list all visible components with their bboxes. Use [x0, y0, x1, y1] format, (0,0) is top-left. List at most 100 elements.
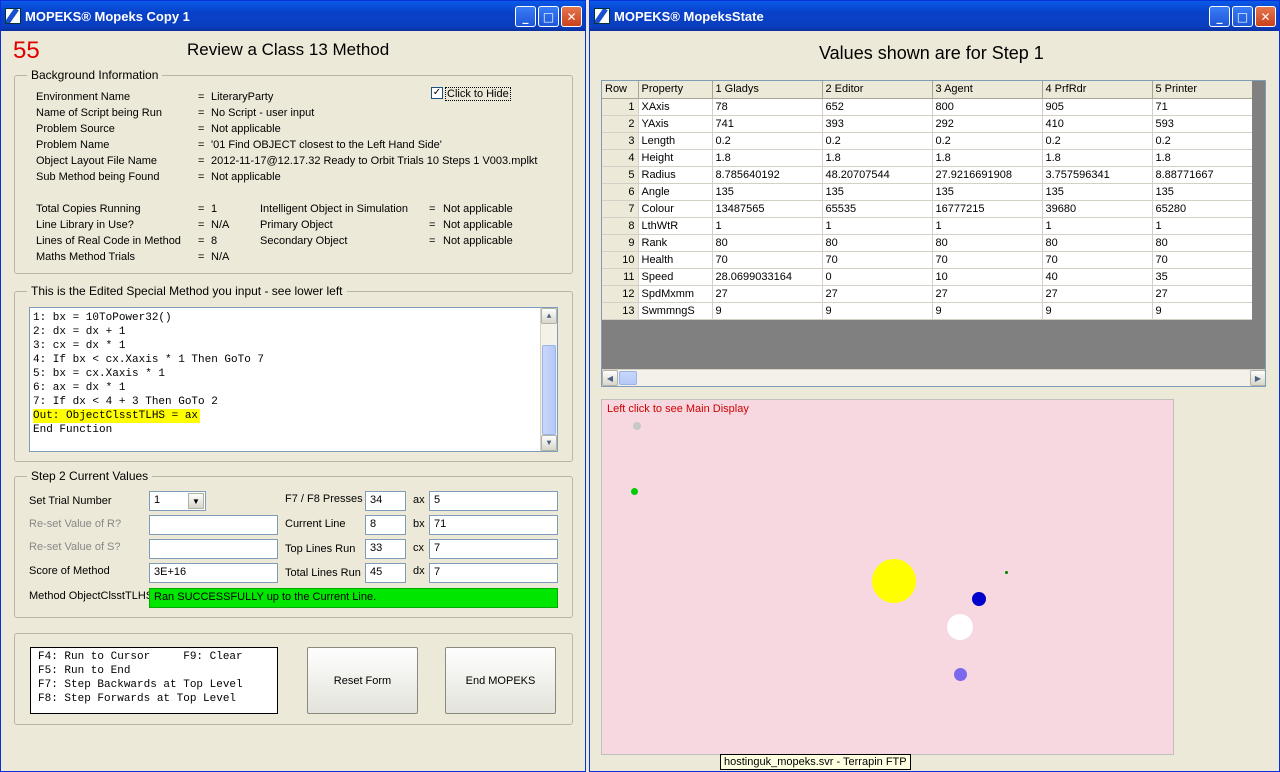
table-cell[interactable]: 70: [822, 251, 933, 269]
table-cell[interactable]: Colour: [638, 200, 713, 218]
table-row[interactable]: 12 SpdMxmm 27 27 27 27 27: [602, 285, 1252, 303]
code-line[interactable]: 1: bx = 10ToPower32(): [30, 311, 557, 325]
column-header[interactable]: 4 PrfRdr: [1042, 81, 1153, 99]
row-number[interactable]: 4: [602, 149, 639, 167]
table-cell[interactable]: 27: [822, 285, 933, 303]
code-line[interactable]: 7: If dx < 4 + 3 Then GoTo 2: [30, 395, 557, 409]
table-cell[interactable]: LthWtR: [638, 217, 713, 235]
table-cell[interactable]: 70: [932, 251, 1043, 269]
table-row[interactable]: 1 XAxis 78 652 800 905 71: [602, 98, 1252, 116]
row-number[interactable]: 2: [602, 115, 639, 133]
close-icon[interactable]: ✕: [1255, 6, 1276, 27]
table-cell[interactable]: 16777215: [932, 200, 1043, 218]
table-cell[interactable]: 0.2: [1152, 132, 1252, 150]
trial-number-select[interactable]: 1 ▼: [149, 491, 206, 511]
table-cell[interactable]: 80: [1152, 234, 1252, 252]
table-cell[interactable]: SpdMxmm: [638, 285, 713, 303]
table-cell[interactable]: XAxis: [638, 98, 713, 116]
table-cell[interactable]: Health: [638, 251, 713, 269]
table-cell[interactable]: 48.20707544: [822, 166, 933, 184]
table-cell[interactable]: 28.0699033164: [712, 268, 823, 286]
row-number[interactable]: 10: [602, 251, 639, 269]
table-cell[interactable]: 70: [1152, 251, 1252, 269]
table-cell[interactable]: 393: [822, 115, 933, 133]
table-cell[interactable]: 8.785640192: [712, 166, 823, 184]
minimize-icon[interactable]: _: [1209, 6, 1230, 27]
simulation-display[interactable]: Left click to see Main Display: [601, 399, 1174, 755]
row-number[interactable]: 13: [602, 302, 639, 320]
table-cell[interactable]: 70: [712, 251, 823, 269]
table-cell[interactable]: 78: [712, 98, 823, 116]
table-cell[interactable]: 9: [932, 302, 1043, 320]
table-cell[interactable]: 8.88771667: [1152, 166, 1252, 184]
table-cell[interactable]: 135: [712, 183, 823, 201]
table-cell[interactable]: 652: [822, 98, 933, 116]
table-cell[interactable]: 1: [1042, 217, 1153, 235]
table-cell[interactable]: 135: [1042, 183, 1153, 201]
table-row[interactable]: 2 YAxis 741 393 292 410 593: [602, 115, 1252, 133]
table-cell[interactable]: 0.2: [822, 132, 933, 150]
grid-hscrollbar[interactable]: ◀ ▶: [602, 369, 1265, 386]
table-cell[interactable]: 27: [932, 285, 1043, 303]
table-row[interactable]: 9 Rank 80 80 80 80 80: [602, 234, 1252, 252]
table-cell[interactable]: Length: [638, 132, 713, 150]
table-cell[interactable]: 0.2: [1042, 132, 1153, 150]
column-header[interactable]: Property: [638, 81, 713, 99]
scroll-down-icon[interactable]: ▼: [541, 435, 557, 451]
table-cell[interactable]: 27.9216691908: [932, 166, 1043, 184]
table-row[interactable]: 8 LthWtR 1 1 1 1 1: [602, 217, 1252, 235]
table-cell[interactable]: YAxis: [638, 115, 713, 133]
table-cell[interactable]: Speed: [638, 268, 713, 286]
table-cell[interactable]: 70: [1042, 251, 1153, 269]
table-cell[interactable]: 1.8: [712, 149, 823, 167]
table-row[interactable]: 6 Angle 135 135 135 135 135: [602, 183, 1252, 201]
table-cell[interactable]: 65280: [1152, 200, 1252, 218]
end-mopeks-button[interactable]: End MOPEKS: [445, 647, 556, 714]
table-cell[interactable]: 27: [1152, 285, 1252, 303]
table-cell[interactable]: 35: [1152, 268, 1252, 286]
code-line[interactable]: End Function: [30, 423, 557, 437]
row-number[interactable]: 9: [602, 234, 639, 252]
table-cell[interactable]: Radius: [638, 166, 713, 184]
hscroll-thumb[interactable]: [619, 371, 637, 385]
minimize-icon[interactable]: _: [515, 6, 536, 27]
method-editor[interactable]: 1: bx = 10ToPower32() 2: dx = dx + 1 3: cx…: [29, 307, 558, 452]
table-cell[interactable]: 410: [1042, 115, 1153, 133]
row-number[interactable]: 7: [602, 200, 639, 218]
table-cell[interactable]: 1.8: [1152, 149, 1252, 167]
table-cell[interactable]: 1: [822, 217, 933, 235]
title-bar[interactable]: MOPEKS® Mopeks Copy 1 _ □ ✕: [1, 1, 585, 31]
properties-grid[interactable]: Row Property 1 Gladys 2 Editor 3 Agent 4 PrfR…: [601, 80, 1266, 387]
table-row[interactable]: 11 Speed 28.0699033164 0 10 40 35: [602, 268, 1252, 286]
row-number[interactable]: 6: [602, 183, 639, 201]
table-cell[interactable]: 800: [932, 98, 1043, 116]
code-line[interactable]: 2: dx = dx + 1: [30, 325, 557, 339]
table-row[interactable]: 13 SwmmngS 9 9 9 9 9: [602, 302, 1252, 320]
table-cell[interactable]: 135: [822, 183, 933, 201]
table-cell[interactable]: 135: [1152, 183, 1252, 201]
table-cell[interactable]: 1: [932, 217, 1043, 235]
table-cell[interactable]: 292: [932, 115, 1043, 133]
scroll-up-icon[interactable]: ▲: [541, 308, 557, 324]
scroll-left-icon[interactable]: ◀: [602, 370, 618, 386]
table-cell[interactable]: 741: [712, 115, 823, 133]
table-cell[interactable]: 80: [712, 234, 823, 252]
table-row[interactable]: 7 Colour 13487565 65535 16777215 39680 65280: [602, 200, 1252, 218]
reset-form-button[interactable]: Reset Form: [307, 647, 418, 714]
table-cell[interactable]: 39680: [1042, 200, 1153, 218]
row-number[interactable]: 5: [602, 166, 639, 184]
table-cell[interactable]: 3.757596341: [1042, 166, 1153, 184]
table-row[interactable]: 3 Length 0.2 0.2 0.2 0.2 0.2: [602, 132, 1252, 150]
table-cell[interactable]: Height: [638, 149, 713, 167]
table-cell[interactable]: Angle: [638, 183, 713, 201]
maximize-icon[interactable]: □: [1232, 6, 1253, 27]
table-cell[interactable]: 10: [932, 268, 1043, 286]
code-line[interactable]: 5: bx = cx.Xaxis * 1: [30, 367, 557, 381]
table-cell[interactable]: 0.2: [932, 132, 1043, 150]
table-cell[interactable]: 80: [1042, 234, 1153, 252]
table-cell[interactable]: 1.8: [822, 149, 933, 167]
table-cell[interactable]: Rank: [638, 234, 713, 252]
hide-checkbox[interactable]: ✓: [431, 87, 443, 99]
table-cell[interactable]: 905: [1042, 98, 1153, 116]
table-cell[interactable]: 65535: [822, 200, 933, 218]
